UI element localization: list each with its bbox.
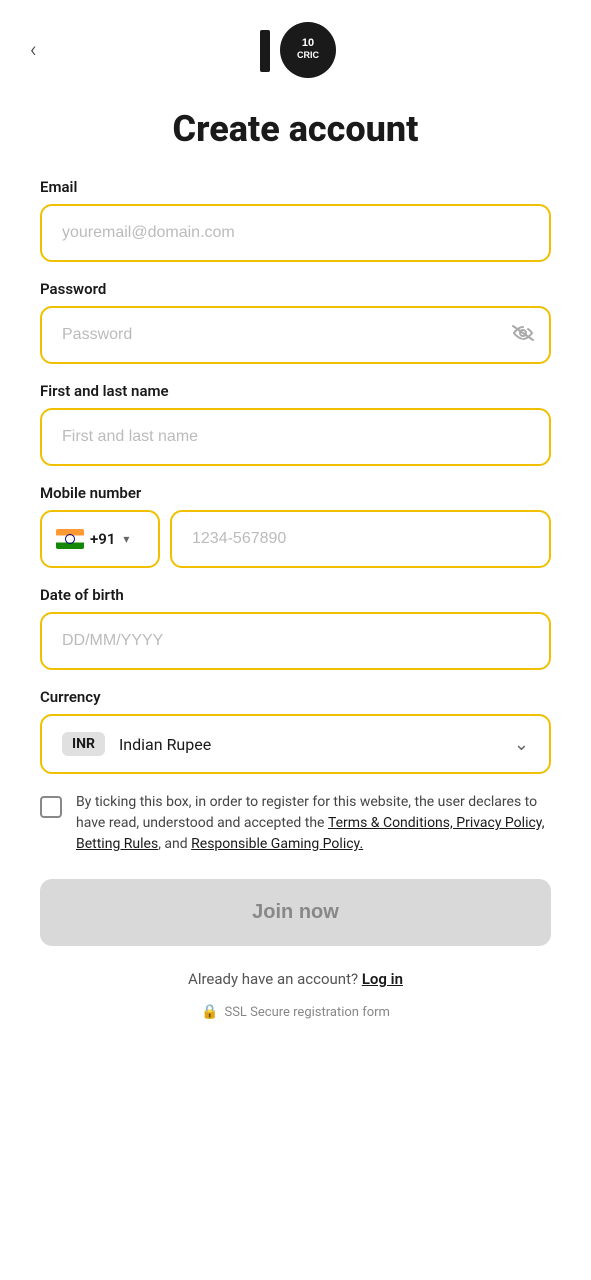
currency-name: Indian Rupee xyxy=(119,735,514,754)
login-prompt-text: Already have an account? xyxy=(188,970,358,988)
svg-text:10: 10 xyxy=(301,37,313,49)
svg-text:CRIC: CRIC xyxy=(297,50,319,60)
terms-checkbox-wrapper[interactable] xyxy=(40,796,62,818)
name-group: First and last name xyxy=(40,382,551,466)
terms-text-between: , and xyxy=(158,836,191,852)
name-label: First and last name xyxy=(40,382,551,400)
form: Email Password First and last name Mobil… xyxy=(0,178,591,774)
currency-group: Currency INR Indian Rupee ⌄ xyxy=(40,688,551,774)
ssl-text: SSL Secure registration form xyxy=(224,1005,389,1020)
dob-wrapper xyxy=(40,612,551,670)
password-input[interactable] xyxy=(40,306,551,364)
country-code: +91 xyxy=(90,530,115,548)
join-now-button[interactable]: Join now xyxy=(40,879,551,946)
terms-checkbox[interactable] xyxy=(40,796,62,818)
mobile-input-wrapper xyxy=(170,510,551,568)
currency-label: Currency xyxy=(40,688,551,706)
terms-text: By ticking this box, in order to registe… xyxy=(76,792,551,855)
email-input[interactable] xyxy=(40,204,551,262)
name-input[interactable] xyxy=(40,408,551,466)
name-wrapper xyxy=(40,408,551,466)
password-toggle-icon[interactable] xyxy=(511,324,535,346)
email-wrapper xyxy=(40,204,551,262)
logo: 10 CRIC xyxy=(256,20,336,80)
currency-badge: INR xyxy=(62,732,105,756)
country-selector[interactable]: +91 ▾ xyxy=(40,510,160,568)
mobile-label: Mobile number xyxy=(40,484,551,502)
dob-input[interactable] xyxy=(40,612,551,670)
password-label: Password xyxy=(40,280,551,298)
header: ‹ 10 CRIC xyxy=(0,0,591,90)
password-wrapper xyxy=(40,306,551,364)
dob-group: Date of birth xyxy=(40,586,551,670)
login-link[interactable]: Log in xyxy=(362,970,403,988)
dob-label: Date of birth xyxy=(40,586,551,604)
ssl-section: 🔒 SSL Secure registration form xyxy=(0,1004,591,1050)
page-title: Create account xyxy=(40,108,551,150)
mobile-group: Mobile number +91 ▾ xyxy=(40,484,551,568)
mobile-input[interactable] xyxy=(170,510,551,568)
mobile-row: +91 ▾ xyxy=(40,510,551,568)
responsible-gaming-link[interactable]: Responsible Gaming Policy. xyxy=(191,836,363,852)
back-button[interactable]: ‹ xyxy=(30,38,37,63)
password-group: Password xyxy=(40,280,551,364)
currency-chevron-icon: ⌄ xyxy=(514,734,529,755)
login-section: Already have an account? Log in xyxy=(0,970,591,988)
email-group: Email xyxy=(40,178,551,262)
lock-icon: 🔒 xyxy=(201,1004,218,1020)
country-chevron-icon: ▾ xyxy=(123,532,129,546)
terms-section: By ticking this box, in order to registe… xyxy=(0,792,591,855)
currency-selector[interactable]: INR Indian Rupee ⌄ xyxy=(40,714,551,774)
email-label: Email xyxy=(40,178,551,196)
india-flag-icon xyxy=(56,529,84,549)
